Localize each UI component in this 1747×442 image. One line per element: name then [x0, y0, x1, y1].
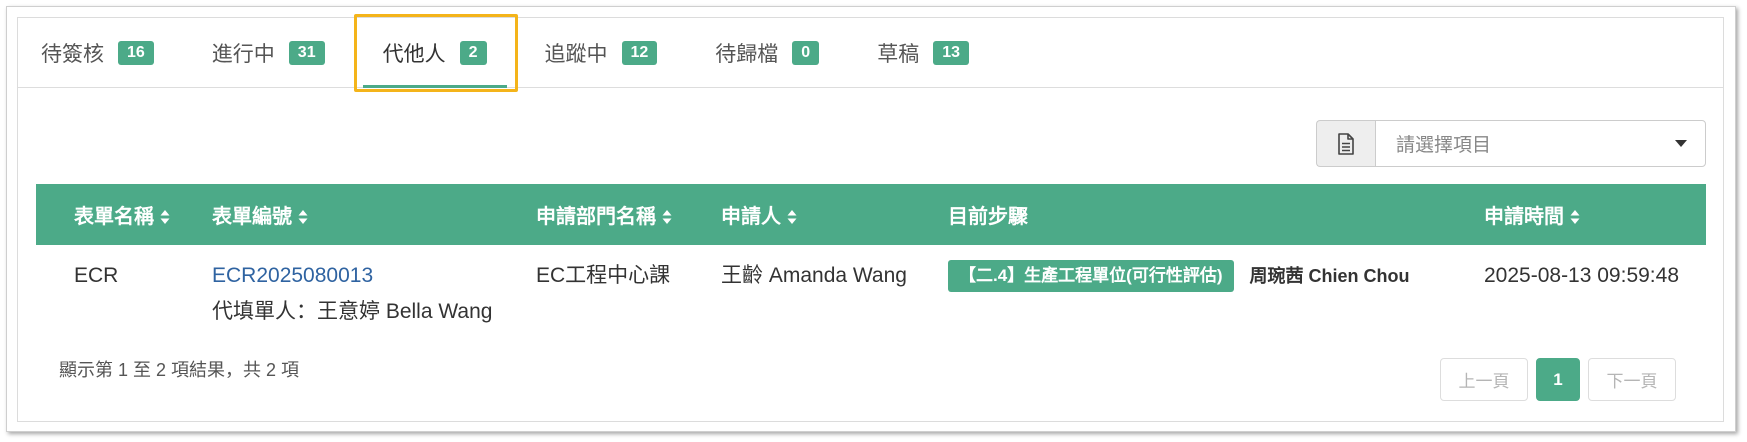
tab-tracking[interactable]: 追蹤中 12: [525, 18, 678, 87]
column-header-form-name[interactable]: 表單名稱: [36, 184, 200, 245]
cell-department: EC工程中心課: [536, 264, 671, 287]
column-header-label: 申請人: [721, 206, 781, 228]
tab-label: 追蹤中: [544, 42, 608, 66]
tab-drafts[interactable]: 草稿 13: [857, 18, 989, 87]
column-header-applied-at[interactable]: 申請時間: [1472, 184, 1706, 245]
tab-count-badge: 12: [621, 40, 658, 65]
tab-pending-archive[interactable]: 待歸檔 0: [695, 18, 839, 87]
tab-count-badge: 31: [288, 40, 325, 65]
tab-on-behalf[interactable]: 代他人 2: [362, 18, 507, 88]
tab-label: 代他人: [382, 42, 446, 66]
cell-applied-at: 2025-08-13 09:59:48: [1484, 264, 1679, 287]
select-placeholder: 請選擇項目: [1396, 135, 1492, 156]
column-header-applicant[interactable]: 申請人: [709, 184, 936, 245]
tab-pending-sign[interactable]: 待簽核 16: [21, 18, 174, 87]
cell-applicant: 王齡 Amanda Wang: [721, 264, 907, 287]
column-header-department[interactable]: 申請部門名稱: [524, 184, 709, 245]
tab-count-badge: 2: [459, 40, 487, 65]
document-icon: [1338, 132, 1354, 155]
table-row: ECR ECR2025080013 代填單人：王意婷 Bella Wang EC…: [36, 245, 1706, 340]
tab-label: 草稿: [877, 42, 920, 66]
column-header-label: 表單名稱: [74, 206, 154, 228]
column-header-label: 目前步驟: [948, 206, 1028, 228]
column-header-label: 申請部門名稱: [536, 206, 656, 228]
page: 待簽核 16 進行中 31 代他人 2 追蹤中 12 待歸檔 0 草稿 13 請…: [0, 0, 1747, 442]
sort-icon: [298, 210, 308, 224]
tab-label: 待歸檔: [715, 42, 779, 66]
pagination: 上一頁 1 下一頁: [1440, 358, 1676, 401]
step-badge: 【二.4】生產工程單位(可行性評估): [948, 260, 1234, 293]
results-summary: 顯示第 1 至 2 項結果，共 2 項: [59, 360, 300, 380]
column-header-label: 申請時間: [1484, 206, 1564, 228]
form-number-link[interactable]: ECR2025080013: [212, 258, 512, 294]
sort-icon: [1570, 210, 1580, 224]
proxy-filler-text: 代填單人：王意婷 Bella Wang: [212, 300, 493, 323]
item-filter: 請選擇項目: [1316, 120, 1706, 167]
tab-count-badge: 0: [792, 40, 820, 65]
page-button[interactable]: 1: [1536, 358, 1580, 401]
step-handler: 周琬茜 Chien Chou: [1249, 266, 1410, 287]
cell-form-name: ECR: [74, 264, 119, 287]
tab-in-progress[interactable]: 進行中 31: [192, 18, 345, 87]
item-select[interactable]: 請選擇項目: [1375, 120, 1706, 167]
forms-table: 表單名稱 表單編號 申請部門名稱 申請人 目前步驟 申請時間 ECR ECR20…: [36, 184, 1706, 340]
tab-count-badge: 16: [118, 40, 154, 65]
caret-down-icon: [1675, 140, 1687, 147]
column-header-current-step: 目前步驟: [936, 184, 1472, 245]
tab-label: 待簽核: [41, 42, 104, 66]
column-header-form-number[interactable]: 表單編號: [200, 184, 524, 245]
prev-page-button[interactable]: 上一頁: [1440, 358, 1528, 401]
table-header-row: 表單名稱 表單編號 申請部門名稱 申請人 目前步驟 申請時間: [36, 184, 1706, 245]
cell-form-number: ECR2025080013 代填單人：王意婷 Bella Wang: [200, 245, 524, 340]
tab-label: 進行中: [211, 42, 275, 66]
column-header-label: 表單編號: [212, 206, 292, 228]
sort-icon: [160, 210, 170, 224]
filter-addon: [1316, 120, 1375, 167]
tab-count-badge: 13: [933, 40, 969, 65]
cell-current-step: 【二.4】生產工程單位(可行性評估) 周琬茜 Chien Chou: [936, 245, 1472, 340]
workflow-panel: 待簽核 16 進行中 31 代他人 2 追蹤中 12 待歸檔 0 草稿 13 請…: [17, 17, 1724, 422]
sort-icon: [662, 210, 672, 224]
sort-icon: [787, 210, 797, 224]
tab-bar: 待簽核 16 進行中 31 代他人 2 追蹤中 12 待歸檔 0 草稿 13: [18, 18, 1723, 88]
next-page-button[interactable]: 下一頁: [1588, 358, 1676, 401]
